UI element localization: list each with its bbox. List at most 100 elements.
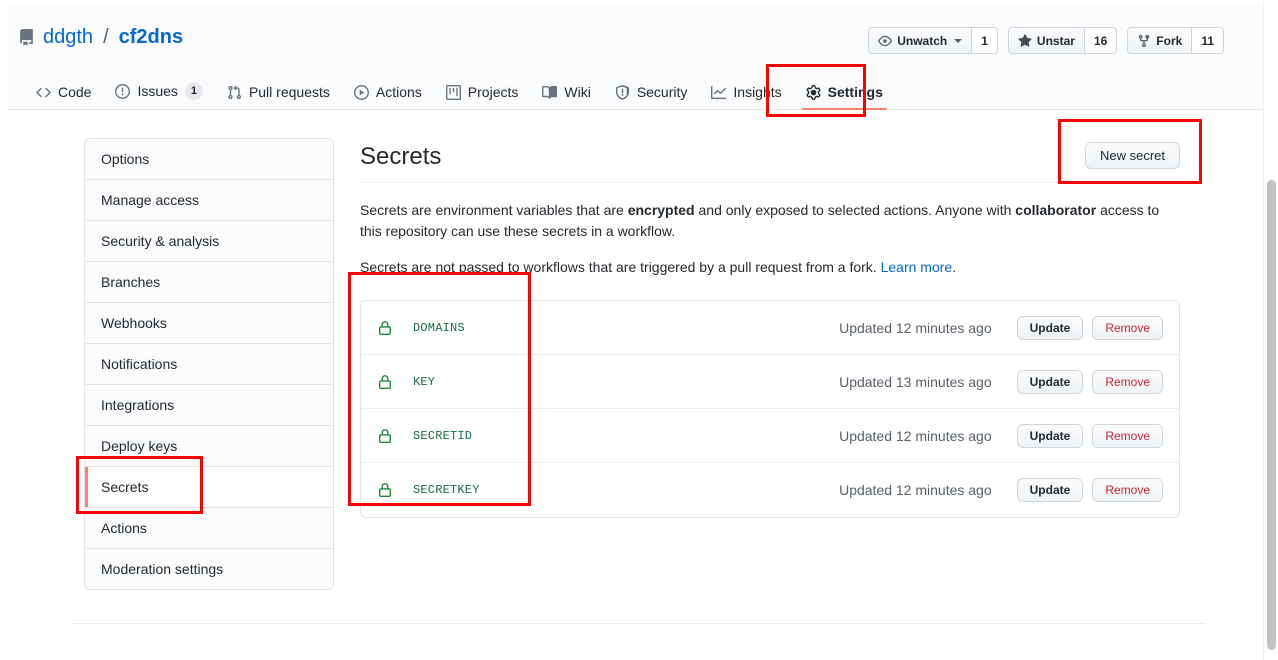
sidebar-item-deploy-keys[interactable]: Deploy keys [85,426,333,467]
secrets-main-column: Secrets New secret Secrets are environme… [360,138,1180,590]
tab-projects[interactable]: Projects [434,84,531,110]
update-secret-button[interactable]: Update [1017,478,1084,502]
learn-more-link[interactable]: Learn more [881,259,953,275]
remove-secret-button[interactable]: Remove [1092,316,1163,340]
secret-name: DOMAINS [413,321,465,335]
repository-header: ddgth / cf2dns Unwatch 1 [8,4,1270,110]
code-icon [36,85,51,100]
tab-pull-requests-label: Pull requests [249,84,330,100]
fork-button-group: Fork 11 [1127,27,1224,54]
github-secrets-settings-page: ddgth / cf2dns Unwatch 1 [0,0,1278,660]
tab-insights[interactable]: Insights [699,84,793,110]
tab-security-label: Security [637,84,688,100]
page-title: Secrets [360,142,441,172]
issue-opened-icon [115,84,130,99]
sidebar-item-integrations[interactable]: Integrations [85,385,333,426]
update-secret-button[interactable]: Update [1017,424,1084,448]
tab-actions[interactable]: Actions [342,84,434,110]
secret-updated-time: Updated 12 minutes ago [839,428,992,444]
remove-secret-button[interactable]: Remove [1092,370,1163,394]
tab-insights-label: Insights [733,84,781,100]
secrets-description-paragraph-1: Secrets are environment variables that a… [360,200,1180,242]
gear-icon [806,85,821,100]
desc2-text: Secrets are not passed to workflows that… [360,259,881,275]
desc1-bold-encrypted: encrypted [628,202,695,218]
sidebar-item-security-analysis[interactable]: Security & analysis [85,221,333,262]
unstar-button[interactable]: Unstar [1008,27,1084,54]
fork-count[interactable]: 11 [1191,27,1224,54]
repository-actions: Unwatch 1 Unstar 16 [868,27,1224,54]
eye-icon [878,34,892,48]
vertical-scrollbar[interactable] [1263,0,1278,660]
star-count[interactable]: 16 [1084,27,1117,54]
table-row: SECRETID Updated 12 minutes ago Update R… [361,409,1179,463]
settings-sidebar: Options Manage access Security & analysi… [84,138,334,590]
sidebar-item-secrets[interactable]: Secrets [85,467,333,508]
graph-icon [711,85,726,100]
sidebar-item-manage-access[interactable]: Manage access [85,180,333,221]
repo-owner-link[interactable]: ddgth [43,26,93,49]
repo-icon [18,29,35,46]
desc1-part2: and only exposed to selected actions. An… [695,202,1016,218]
sidebar-item-moderation-settings[interactable]: Moderation settings [85,549,333,589]
tab-projects-label: Projects [468,84,519,100]
sidebar-item-options[interactable]: Options [85,139,333,180]
book-icon [542,85,557,100]
scrollbar-thumb[interactable] [1267,180,1276,650]
settings-body: Options Manage access Security & analysi… [84,138,1180,590]
unwatch-button[interactable]: Unwatch [868,27,971,54]
tab-wiki[interactable]: Wiki [530,84,602,110]
sidebar-item-branches[interactable]: Branches [85,262,333,303]
table-row: SECRETKEY Updated 12 minutes ago Update … [361,463,1179,517]
table-row: KEY Updated 13 minutes ago Update Remove [361,355,1179,409]
issues-count-badge: 1 [185,82,203,100]
tab-code-label: Code [58,84,91,100]
remove-secret-button[interactable]: Remove [1092,478,1163,502]
repo-name-link[interactable]: cf2dns [119,26,183,49]
tab-settings[interactable]: Settings [794,84,895,110]
fork-button[interactable]: Fork [1127,27,1191,54]
tab-issues-label: Issues [137,83,177,99]
remove-secret-button[interactable]: Remove [1092,424,1163,448]
watch-button-group: Unwatch 1 [868,27,998,54]
star-button-group: Unstar 16 [1008,27,1117,54]
update-secret-button[interactable]: Update [1017,316,1084,340]
git-pull-request-icon [227,85,242,100]
tab-security[interactable]: Security [603,84,700,110]
lock-icon [377,374,393,390]
secrets-header: Secrets New secret [360,142,1180,183]
lock-icon [377,482,393,498]
shield-icon [615,85,630,100]
fork-label: Fork [1156,34,1182,48]
fork-icon [1137,34,1151,48]
sidebar-item-notifications[interactable]: Notifications [85,344,333,385]
secret-updated-time: Updated 12 minutes ago [839,320,992,336]
repository-title: ddgth / cf2dns [18,26,183,49]
secret-name: SECRETKEY [413,483,480,497]
tab-settings-label: Settings [828,84,883,100]
unstar-label: Unstar [1037,34,1075,48]
tab-actions-label: Actions [376,84,422,100]
secret-name: SECRETID [413,429,472,443]
repository-nav-tabs: Code Issues 1 Pull requests Actions [24,70,895,110]
tab-issues[interactable]: Issues 1 [103,82,214,110]
tab-wiki-label: Wiki [564,84,590,100]
update-secret-button[interactable]: Update [1017,370,1084,394]
desc2-period: . [952,259,956,275]
unwatch-label: Unwatch [897,34,947,48]
repo-separator: / [103,26,109,49]
secret-updated-time: Updated 13 minutes ago [839,374,992,390]
lock-icon [377,320,393,336]
tab-code[interactable]: Code [24,84,103,110]
lock-icon [377,428,393,444]
desc1-bold-collaborator: collaborator [1015,202,1096,218]
sidebar-item-actions[interactable]: Actions [85,508,333,549]
desc1-part1: Secrets are environment variables that a… [360,202,628,218]
new-secret-button[interactable]: New secret [1085,142,1180,169]
star-filled-icon [1018,34,1032,48]
footer-divider [72,623,1205,624]
watch-count[interactable]: 1 [971,27,998,54]
project-icon [446,85,461,100]
sidebar-item-webhooks[interactable]: Webhooks [85,303,333,344]
tab-pull-requests[interactable]: Pull requests [215,84,342,110]
